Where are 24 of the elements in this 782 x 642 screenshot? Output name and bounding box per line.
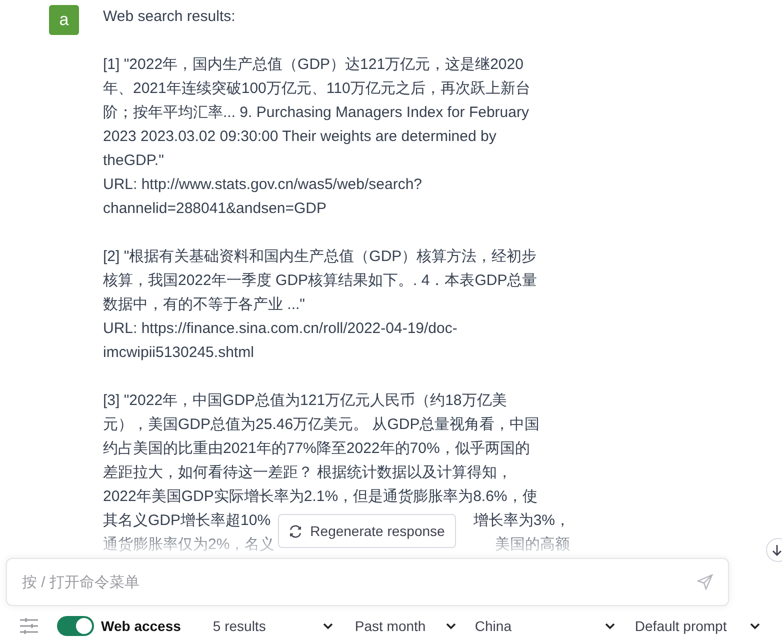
text-fragment: 美国的高额 xyxy=(495,535,570,555)
message-paragraph: [3] "2022年，中国GDP总值为121万亿元人民币（约18万亿美 元），美国GDP总值为25.46万亿美元。 从GDP总量视角看，中国 约占美国的比重由2021年的77%降至2022年的70%，似乎两国的 差距拉大，如何看待这一差距？ 根据统计数据以及计算得知， 2022年美国GDP实际增长率为2.1%，但是通货膨胀率为8.6%，使 xyxy=(103,391,540,507)
filter-dropdown[interactable]: Past month xyxy=(354,616,456,636)
message-paragraph: Web search results: xyxy=(103,7,236,27)
text-fragment: 其名义GDP增长率超10% xyxy=(103,511,271,531)
refresh-icon xyxy=(289,524,302,538)
avatar: a xyxy=(49,5,79,35)
text-fragment: 增长率为3%， xyxy=(473,511,570,531)
chevron-down-icon xyxy=(322,622,333,630)
filter-dropdown[interactable]: China xyxy=(474,616,615,636)
filter-dropdown[interactable]: Default prompt xyxy=(634,616,760,636)
arrow-down-icon xyxy=(772,544,782,556)
filter-dropdown[interactable]: 5 results xyxy=(212,616,333,636)
regenerate-button[interactable]: Regenerate response xyxy=(278,514,456,548)
chevron-down-icon xyxy=(604,622,615,630)
chevron-down-icon xyxy=(446,622,456,630)
message-paragraph: [2] "根据有关基础资料和国内生产总值（GDP）核算方法，经初步 核算，我国2022年一季度 GDP核算结果如下。. 4．本表GDP总量 数据中，有的不等于各产业 ..." URL: https://finance.sina.com.cn/roll/2022-04-19/doc- imcwipii5130245.shtml xyxy=(103,247,538,363)
message-paragraph: [1] "2022年，国内生产总值（GDP）达121万亿元，这是继2020 年、2021年连续突破100万亿元、110万亿元之后，再次跃上新台 阶；按年平均汇率... 9. Purchasing Managers Index for February 2023 2023.03.02 09:30:00 Their weights are determined by theGDP." URL: http://www.stats.gov.cn/was5/web/search? channelid=288041&andsen=GDP xyxy=(103,55,530,219)
web-access-toggle[interactable] xyxy=(57,616,94,636)
message-input[interactable]: 按 / 打开命令菜单 xyxy=(6,558,729,606)
web-access-label: Web access xyxy=(101,616,181,636)
chevron-down-icon xyxy=(750,622,760,630)
settings-icon[interactable] xyxy=(19,617,39,635)
text-fragment: 通货膨胀率仅为2%，名义 xyxy=(103,535,275,555)
